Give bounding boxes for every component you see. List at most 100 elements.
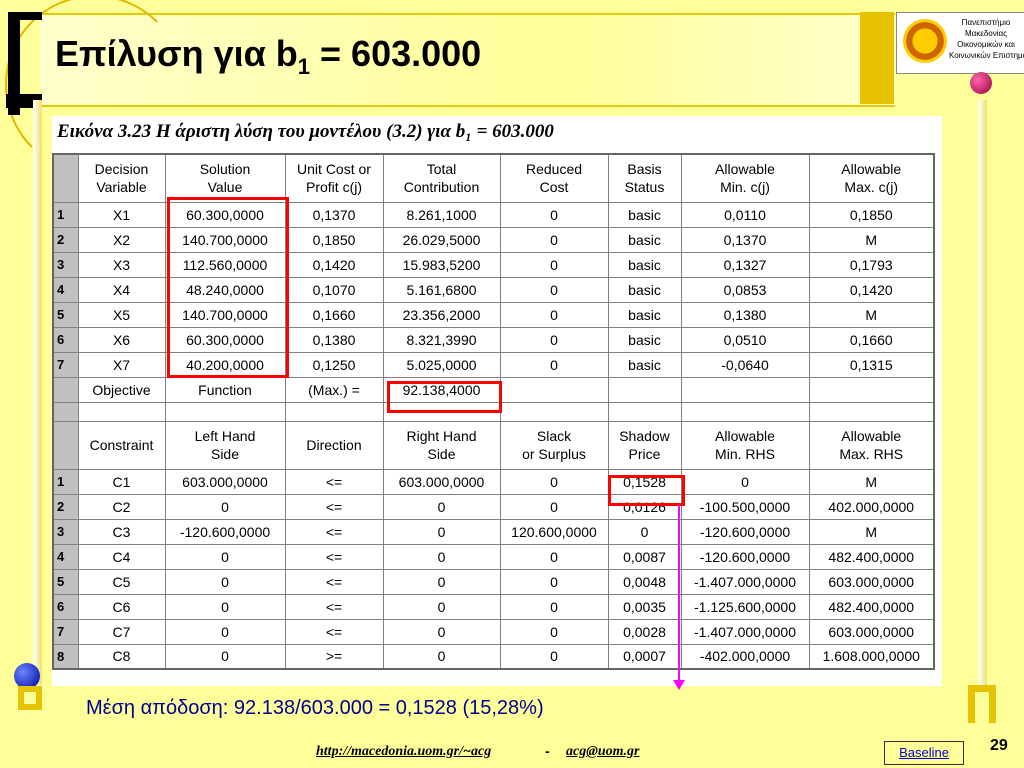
column-header-line: Reduced bbox=[525, 161, 583, 178]
blank-cell bbox=[607, 376, 682, 403]
row-number-cell bbox=[52, 420, 79, 470]
column-header-line: Variable bbox=[96, 179, 147, 196]
table-cell: 0 bbox=[499, 226, 609, 253]
table-cell: 0,1380 bbox=[680, 301, 810, 328]
table-cell: 0 bbox=[499, 643, 609, 670]
table-cell: X1 bbox=[77, 201, 166, 228]
blank-cell bbox=[808, 401, 935, 422]
figure-caption: Εικόνα 3.23 Η άριστη λύση του μοντέλου (… bbox=[57, 121, 554, 142]
blank-cell bbox=[52, 401, 79, 422]
table-cell: 0 bbox=[164, 568, 286, 595]
row-number-cell: 3 bbox=[52, 251, 79, 278]
table-cell: M bbox=[808, 301, 935, 328]
blank-cell bbox=[607, 401, 682, 422]
column-header: Left Hand Side bbox=[164, 420, 286, 470]
table-cell: 0 bbox=[499, 251, 609, 278]
column-header: Allowable Min. RHS bbox=[680, 420, 810, 470]
table-cell: -120.600,0000 bbox=[680, 518, 810, 545]
column-header-line: Constraint bbox=[89, 437, 154, 453]
row-number-cell: 4 bbox=[52, 276, 79, 303]
blank-row bbox=[52, 401, 935, 422]
table-cell: -120.600,0000 bbox=[680, 543, 810, 570]
table-cell: X3 bbox=[77, 251, 166, 278]
table-cell: <= bbox=[284, 493, 384, 520]
table-cell: <= bbox=[284, 468, 384, 495]
row-number-cell: 1 bbox=[52, 468, 79, 495]
table-cell: 0 bbox=[382, 593, 501, 620]
table-cell: 603.000,0000 bbox=[382, 468, 501, 495]
table-cell: C8 bbox=[77, 643, 166, 670]
decorative-magenta-dot bbox=[970, 72, 992, 94]
row-number-cell: 2 bbox=[52, 226, 79, 253]
constraint-row: 2 C2 0 <= 0 0 0,0126 -100.500,0000 402.000,0000 bbox=[52, 493, 935, 520]
table-cell: 5.161,6800 bbox=[382, 276, 501, 303]
table-cell: 0,0007 bbox=[607, 643, 682, 670]
table-cell: 0 bbox=[164, 618, 286, 645]
column-header-line: Max. c(j) bbox=[844, 179, 899, 196]
column-header: Allowable Min. c(j) bbox=[680, 153, 810, 203]
row-number-cell: 7 bbox=[52, 351, 79, 378]
table-cell: -100.500,0000 bbox=[680, 493, 810, 520]
table-cell: 0,0110 bbox=[680, 201, 810, 228]
table-cell: 0 bbox=[164, 543, 286, 570]
table-cell: 0 bbox=[382, 543, 501, 570]
table-cell: 0,1420 bbox=[808, 276, 935, 303]
row-number-cell: 4 bbox=[52, 543, 79, 570]
table-cell: basic bbox=[607, 276, 682, 303]
table-cell: 26.029,5000 bbox=[382, 226, 501, 253]
constraint-row: 5 C5 0 <= 0 0 0,0048 -1.407.000,0000 603.000,000… bbox=[52, 568, 935, 595]
blank-cell bbox=[499, 401, 609, 422]
constraints-header-row: Constraint Left Hand Side Direction Right Ha… bbox=[52, 420, 935, 470]
column-header-line: Right Hand bbox=[406, 428, 477, 444]
table-cell: 0,0087 bbox=[607, 543, 682, 570]
table-cell: 0 bbox=[607, 518, 682, 545]
website-link[interactable]: http://macedonia.uom.gr/~acg bbox=[316, 744, 491, 760]
column-header-line: Status bbox=[624, 179, 665, 196]
table-cell: -120.600,0000 bbox=[164, 518, 286, 545]
table-cell: -1.407.000,0000 bbox=[680, 618, 810, 645]
table-cell: 0 bbox=[382, 618, 501, 645]
table-cell: 402.000,0000 bbox=[808, 493, 935, 520]
table-cell: 48.240,0000 bbox=[164, 276, 286, 303]
column-header-line: Direction bbox=[306, 437, 362, 453]
table-cell: 0,1660 bbox=[808, 326, 935, 353]
table-cell: M bbox=[808, 518, 935, 545]
column-header: Direction bbox=[284, 420, 384, 470]
table-cell: 482.400,0000 bbox=[808, 593, 935, 620]
table-cell: 0,0126 bbox=[607, 493, 682, 520]
table-cell: 8.261,1000 bbox=[382, 201, 501, 228]
table-cell: -402.000,0000 bbox=[680, 643, 810, 670]
table-cell: 0 bbox=[499, 301, 609, 328]
decorative-left-bar bbox=[33, 100, 42, 685]
objective-row: Objective Function (Max.) = 92.138,4000 bbox=[52, 376, 935, 403]
table-cell: C7 bbox=[77, 618, 166, 645]
email-link[interactable]: acg@uom.gr bbox=[566, 744, 640, 760]
table-cell: 0 bbox=[499, 351, 609, 378]
objective-cell: (Max.) = bbox=[284, 376, 384, 403]
constraint-row: 6 C6 0 <= 0 0 0,0035 -1.125.600,0000 482.400,000… bbox=[52, 593, 935, 620]
table-cell: 0 bbox=[164, 493, 286, 520]
table-cell: 140.700,0000 bbox=[164, 226, 286, 253]
column-header: Basis Status bbox=[607, 153, 682, 203]
row-number-cell: 5 bbox=[52, 568, 79, 595]
variable-row: 3 X3 112.560,0000 0,1420 15.983,5200 0 basic 0,… bbox=[52, 251, 935, 278]
table-cell: 120.600,0000 bbox=[499, 518, 609, 545]
column-header: Unit Cost or Profit c(j) bbox=[284, 153, 384, 203]
table-cell: 23.356,2000 bbox=[382, 301, 501, 328]
table-cell: X6 bbox=[77, 326, 166, 353]
baseline-button[interactable]: Baseline bbox=[884, 741, 964, 765]
table-cell: -0,0640 bbox=[680, 351, 810, 378]
row-number-cell bbox=[52, 153, 79, 203]
table-cell: C4 bbox=[77, 543, 166, 570]
table-cell: X4 bbox=[77, 276, 166, 303]
blank-cell bbox=[680, 376, 810, 403]
table-cell: 0,1250 bbox=[284, 351, 384, 378]
table-cell: 0,1070 bbox=[284, 276, 384, 303]
table-cell: 0 bbox=[499, 468, 609, 495]
row-number-cell: 3 bbox=[52, 518, 79, 545]
slide-title: Επίλυση για b1 = 603.000 bbox=[55, 33, 482, 80]
table-cell: 112.560,0000 bbox=[164, 251, 286, 278]
column-header-line: Price bbox=[628, 446, 661, 462]
column-header: Allowable Max. RHS bbox=[808, 420, 935, 470]
table-cell: 603.000,0000 bbox=[808, 568, 935, 595]
